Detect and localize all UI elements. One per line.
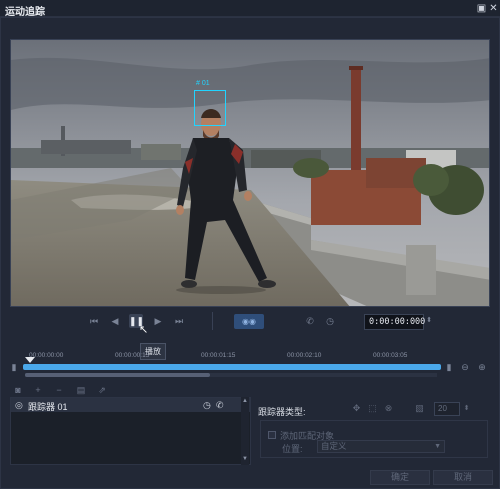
point-tracker-icon[interactable]: ✥ <box>350 402 363 415</box>
speed-icon[interactable]: ◉◉ <box>234 314 264 329</box>
scroll-up-icon[interactable]: ▲ <box>241 398 249 404</box>
chevron-down-icon: ▼ <box>434 443 441 450</box>
phone-icon[interactable]: ✆ <box>216 400 224 411</box>
timeline-scrollbar[interactable] <box>25 373 437 377</box>
size-spinner[interactable]: 20 <box>434 402 460 416</box>
ok-button[interactable]: 确定 <box>370 470 430 485</box>
tracker-properties: 跟踪器类型: ✥ ⬚ ⊗ ▧ 20 ⬍ 添加匹配对象 位置: 自定义 ▼ <box>258 398 490 466</box>
clock-icon[interactable]: ◷ <box>203 400 211 411</box>
scroll-down-icon[interactable]: ▼ <box>241 456 249 462</box>
title-bar: 运动追踪 ▣ ✕ <box>0 0 500 18</box>
timecode-field[interactable]: 0:00:00:000 <box>364 314 426 330</box>
tracker-list: ◎ 跟踪器 01 ◷ ✆ <box>10 397 251 465</box>
clip-end-icon[interactable]: ▮ <box>443 361 455 373</box>
tracker-toolbar: ◙ + − ▤ ⇗ <box>10 384 250 396</box>
clip-icon[interactable]: ▮ <box>8 361 20 373</box>
multipoint-tracker-icon[interactable]: ⊗ <box>382 402 395 415</box>
timecode-stepper-icon[interactable]: ⬍ <box>424 314 434 328</box>
spinner-arrows-icon[interactable]: ⬍ <box>460 402 473 415</box>
add-match-object-checkbox[interactable] <box>268 431 276 439</box>
playback-controls: ⏮ ◀︎ ❚❚ ▶︎ ⏭ ◉◉ ✆ ◷ 0:00:00:000 ⬍ <box>10 310 490 334</box>
clock-icon[interactable]: ◷ <box>323 314 337 328</box>
size-value: 20 <box>438 404 447 413</box>
tracker-list-scrollbar[interactable]: ▲ ▼ <box>241 397 249 465</box>
video-preview[interactable]: # 01 <box>10 39 490 307</box>
remove-icon[interactable]: − <box>53 384 65 396</box>
match-object-group: 添加匹配对象 位置: 自定义 ▼ <box>260 420 488 458</box>
position-select[interactable]: 自定义 ▼ <box>317 440 445 453</box>
position-label: 位置: <box>282 444 303 454</box>
zoom-in-icon[interactable]: ⊕ <box>476 361 488 373</box>
timeline-track[interactable] <box>23 364 441 370</box>
export-icon[interactable]: ⇗ <box>96 384 108 396</box>
timeline-progress <box>23 364 441 370</box>
skip-to-end-icon[interactable]: ⏭ <box>172 314 186 328</box>
tracker-label: # 01 <box>196 80 210 87</box>
divider <box>212 312 213 330</box>
video-frame <box>11 40 489 306</box>
window-title: 运动追踪 <box>5 7 45 18</box>
cancel-button[interactable]: 取消 <box>433 470 493 485</box>
size-icon[interactable]: ▧ <box>413 402 426 415</box>
tracker-box[interactable] <box>194 90 226 126</box>
cursor-icon: ↖ <box>139 324 149 336</box>
visibility-icon[interactable]: ◎ <box>15 400 23 411</box>
zoom-out-icon[interactable]: ⊖ <box>459 361 471 373</box>
help-icon[interactable]: ▣ <box>476 3 487 14</box>
tracker-row[interactable]: ◎ 跟踪器 01 ◷ ✆ <box>11 398 250 412</box>
step-forward-icon[interactable]: ▶︎ <box>151 314 165 328</box>
scrollbar-thumb[interactable] <box>25 373 211 377</box>
ruler-tick: 00:00:01:15 <box>201 352 236 359</box>
add-icon[interactable]: + <box>32 384 44 396</box>
timecode-value: 0:00:00:000 <box>369 317 426 327</box>
position-value: 自定义 <box>321 441 347 451</box>
ruler-tick: 00:00:03:05 <box>373 352 408 359</box>
camera-icon[interactable]: ◙ <box>12 384 24 396</box>
tracker-name: 跟踪器 01 <box>28 402 68 412</box>
ruler-tick: 00:00:02:10 <box>287 352 322 359</box>
phone-icon[interactable]: ✆ <box>303 314 317 328</box>
copy-icon[interactable]: ▤ <box>75 384 87 396</box>
step-back-icon[interactable]: ◀︎ <box>108 314 122 328</box>
area-tracker-icon[interactable]: ⬚ <box>366 402 379 415</box>
tracker-type-label: 跟踪器类型: <box>258 407 306 417</box>
playhead-icon[interactable] <box>25 357 35 363</box>
timeline-ruler: 00:00:00:00 00:00:00:15 00:00:01:15 00:0… <box>23 352 441 364</box>
skip-to-start-icon[interactable]: ⏮ <box>87 314 101 328</box>
ruler-tick: 00:00:00:15 <box>115 352 150 359</box>
close-icon[interactable]: ✕ <box>488 3 499 14</box>
